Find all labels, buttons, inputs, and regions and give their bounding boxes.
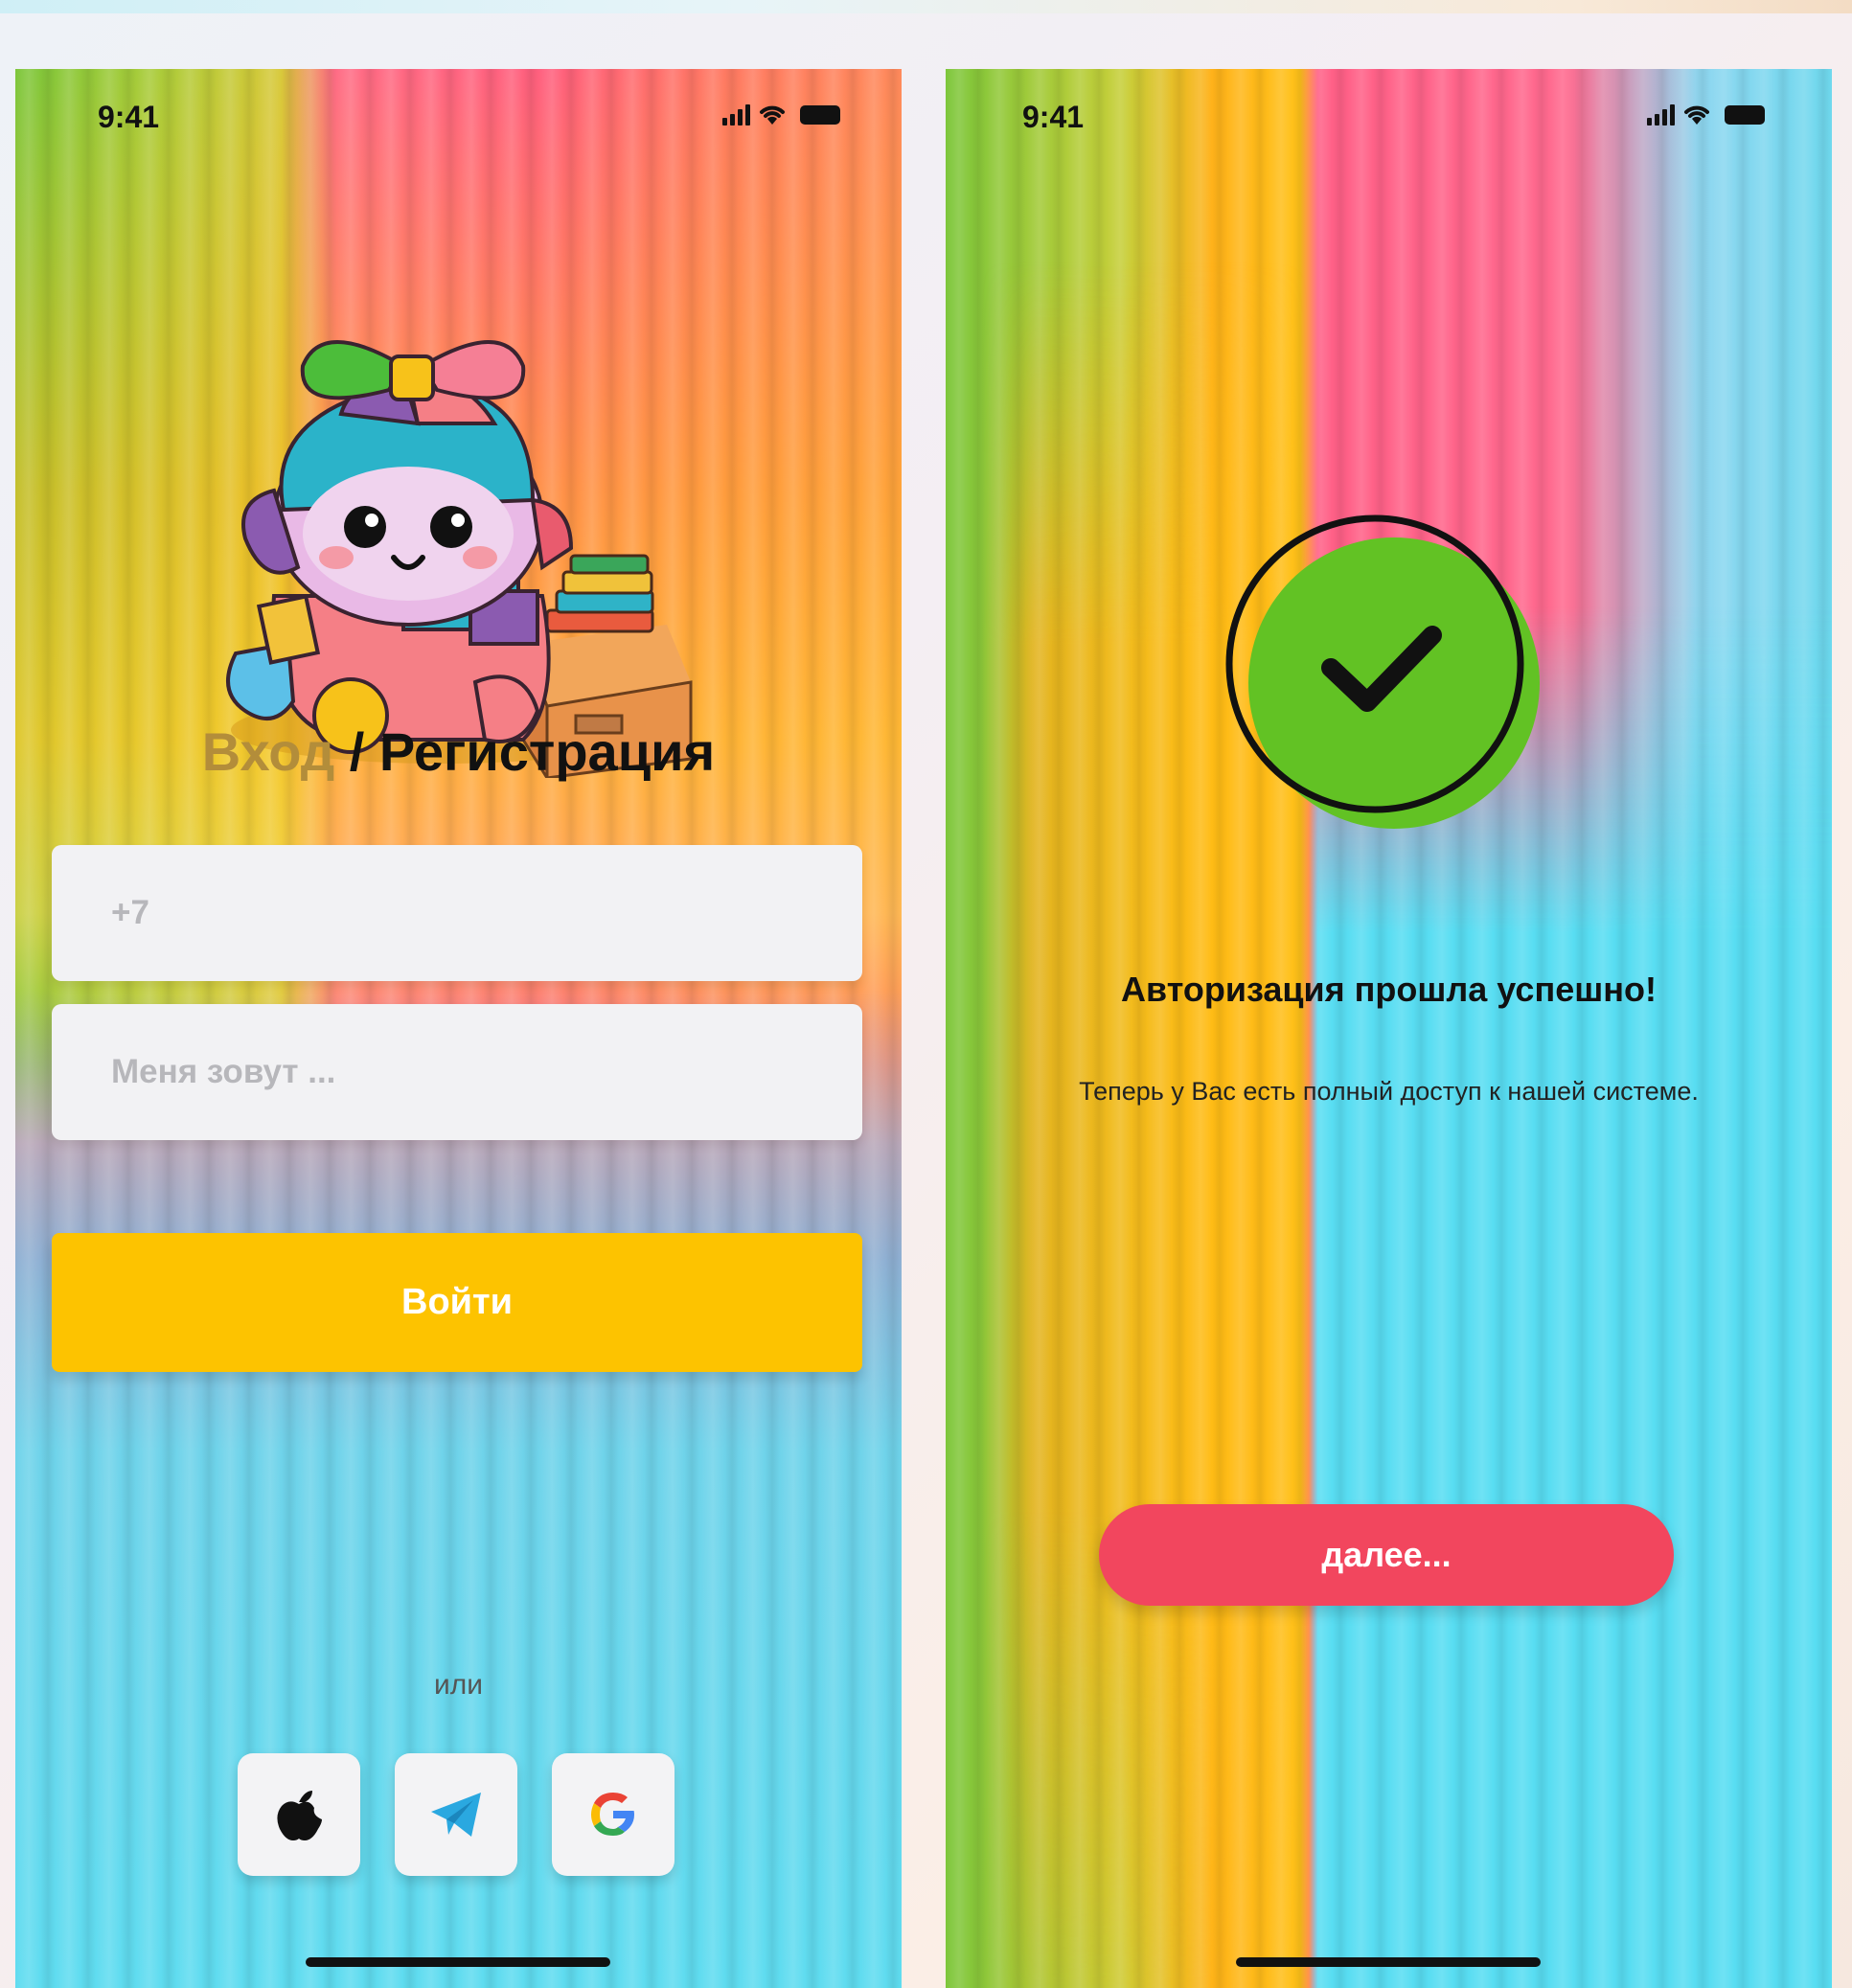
page-title: Вход / Регистрация <box>15 720 902 783</box>
or-divider-label: или <box>433 1669 484 1701</box>
login-screen: 9:41 Вход / Регистрация +7 Меня зовут ..… <box>15 69 902 1988</box>
success-title: Авторизация прошла успешно! <box>1121 970 1657 1009</box>
signal-icon <box>722 104 750 126</box>
status-time: 9:41 <box>1022 100 1085 134</box>
home-indicator[interactable] <box>1236 1957 1541 1967</box>
phone-input[interactable]: +7 <box>52 845 862 981</box>
telegram-icon <box>431 1793 481 1837</box>
name-input[interactable]: Меня зовут ... <box>52 1004 862 1140</box>
login-button[interactable]: Войти <box>52 1233 862 1372</box>
status-icons <box>722 103 840 126</box>
google-icon <box>591 1793 634 1836</box>
home-indicator[interactable] <box>306 1957 610 1967</box>
google-login-button[interactable] <box>552 1753 674 1876</box>
battery-icon <box>1725 105 1765 125</box>
battery-icon <box>800 105 840 125</box>
top-background-strip <box>0 0 1852 13</box>
title-separator: / <box>349 721 365 782</box>
signal-icon <box>1647 104 1675 126</box>
success-check-icon <box>1225 514 1540 829</box>
status-time: 9:41 <box>98 100 160 134</box>
mascot-illustration <box>226 340 693 778</box>
success-message: Теперь у Вас есть полный доступ к нашей … <box>1079 1077 1699 1106</box>
telegram-login-button[interactable] <box>395 1753 517 1876</box>
apple-login-button[interactable] <box>238 1753 360 1876</box>
success-screen: 9:41 Авторизация прошла успешно! Теперь … <box>946 69 1832 1988</box>
apple-icon <box>277 1791 322 1840</box>
status-icons <box>1647 103 1765 126</box>
wifi-icon <box>760 105 785 125</box>
tab-login[interactable]: Вход <box>202 721 334 782</box>
tab-register[interactable]: Регистрация <box>379 721 715 782</box>
wifi-icon <box>1684 105 1709 125</box>
next-button[interactable]: далее... <box>1099 1504 1674 1606</box>
